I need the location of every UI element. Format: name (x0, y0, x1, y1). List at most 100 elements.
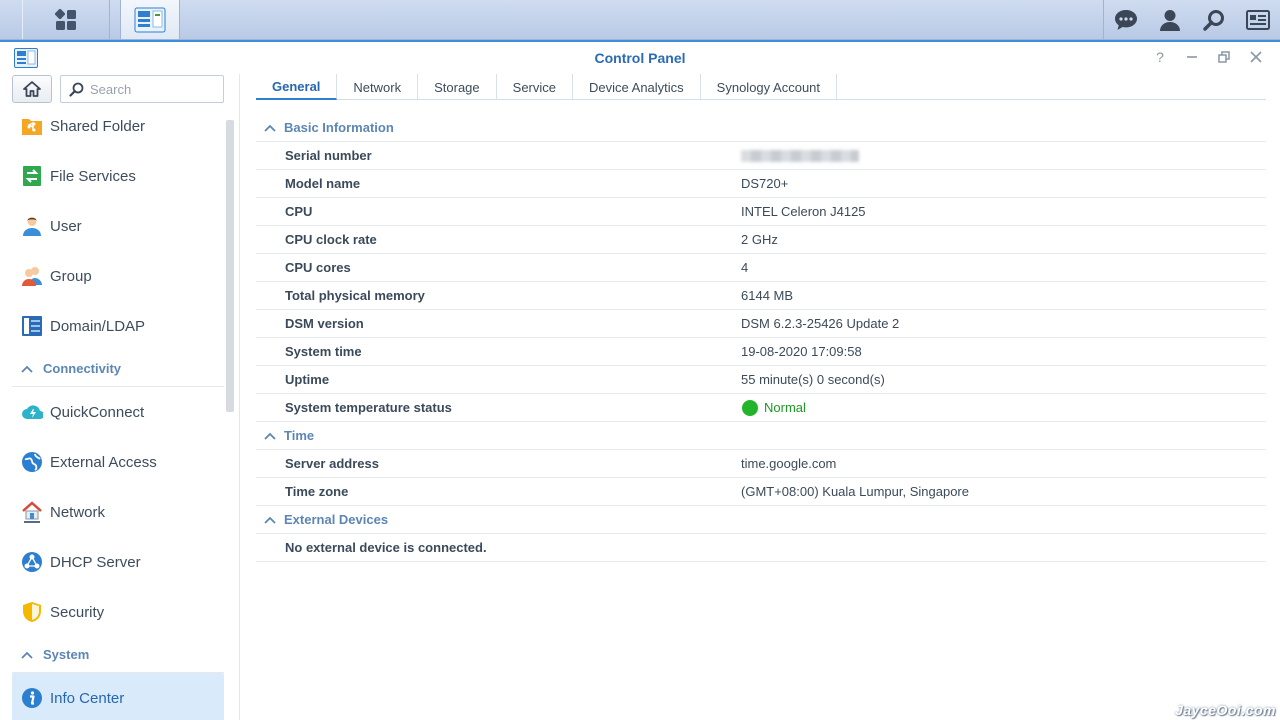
main-menu-button[interactable] (22, 0, 110, 39)
table-row: Serial number (256, 142, 1266, 170)
row-label: System time (285, 344, 362, 359)
section-time[interactable]: Time (256, 422, 1266, 450)
row-label: Time zone (285, 484, 349, 499)
sidebar-section-system[interactable]: System (12, 637, 224, 673)
row-value: INTEL Celeron J4125 (741, 204, 866, 219)
sidebar-section-label: System (43, 647, 90, 662)
chevron-up-icon (21, 651, 33, 659)
minimize-button[interactable] (1184, 49, 1200, 65)
minimize-icon (1187, 56, 1197, 58)
sidebar-item-external-access[interactable]: External Access (12, 437, 224, 487)
watermark: JayceOoi.com (1175, 702, 1276, 718)
table-row: Time zone (GMT+08:00) Kuala Lumpur, Singa… (256, 478, 1266, 506)
sidebar-item-user[interactable]: User (12, 201, 224, 251)
chevron-up-icon (264, 516, 276, 524)
sidebar-section-label: Connectivity (43, 361, 122, 376)
sidebar-item-file-services[interactable]: File Services (12, 151, 224, 201)
restore-button[interactable] (1216, 49, 1232, 65)
status-ok-icon (742, 399, 758, 416)
window-titlebar[interactable]: Control Panel ? (0, 40, 1280, 74)
home-icon (23, 81, 41, 97)
sidebar-item-label: QuickConnect (50, 403, 145, 421)
row-label: CPU clock rate (285, 232, 377, 247)
sidebar-item-domain-ldap[interactable]: Domain/LDAP (12, 301, 224, 351)
row-value: 2 GHz (741, 232, 778, 247)
row-value: (GMT+08:00) Kuala Lumpur, Singapore (741, 484, 969, 499)
home-button[interactable] (12, 75, 52, 103)
section-title: Time (284, 428, 315, 443)
tab-network[interactable]: Network (337, 74, 419, 100)
row-label: Model name (285, 176, 361, 191)
tab-service[interactable]: Service (497, 74, 574, 100)
sidebar-item-label: External Access (50, 453, 157, 471)
sidebar-search[interactable] (60, 75, 224, 103)
row-label: Server address (285, 456, 379, 471)
taskbar (0, 0, 1280, 40)
sidebar-item-label: Network (50, 503, 106, 521)
search-button[interactable] (1192, 0, 1236, 39)
user-icon (20, 214, 44, 238)
row-value: time.google.com (741, 456, 837, 471)
domain-ldap-icon (20, 314, 44, 338)
tab-general[interactable]: General (256, 74, 338, 100)
sidebar-section-connectivity[interactable]: Connectivity (12, 351, 224, 387)
close-button[interactable] (1248, 49, 1264, 65)
sidebar-item-network[interactable]: Network (12, 487, 224, 537)
main-panel: General Network Storage Service Device Analy… (256, 74, 1266, 720)
group-icon (20, 264, 44, 288)
sidebar-item-dhcp-server[interactable]: DHCP Server (12, 537, 224, 587)
row-value: 19-08-2020 17:09:58 (741, 344, 862, 359)
sidebar-scrollbar[interactable] (226, 120, 234, 412)
section-basic-information[interactable]: Basic Information (256, 114, 1266, 142)
sidebar-item-quickconnect[interactable]: QuickConnect (12, 387, 224, 437)
chevron-up-icon (264, 124, 276, 132)
tab-device-analytics[interactable]: Device Analytics (573, 74, 701, 100)
security-icon (20, 600, 44, 624)
chevron-up-icon (264, 432, 276, 440)
row-value: DSM 6.2.3-25426 Update 2 (741, 316, 900, 331)
help-button[interactable]: ? (1152, 49, 1168, 65)
row-value: DS720+ (741, 176, 789, 191)
sidebar-item-group[interactable]: Group (12, 251, 224, 301)
table-row: Model name DS720+ (256, 170, 1266, 198)
window-title: Control Panel (594, 50, 686, 66)
tab-synology-account[interactable]: Synology Account (701, 74, 838, 100)
tab-bar: General Network Storage Service Device Analy… (256, 74, 1266, 100)
row-label: CPU (285, 204, 313, 219)
row-label: Serial number (285, 148, 372, 163)
notifications-button[interactable] (1104, 0, 1148, 39)
sidebar-item-info-center[interactable]: Info Center (12, 673, 224, 720)
widgets-button[interactable] (1236, 0, 1280, 39)
section-external-devices[interactable]: External Devices (256, 506, 1266, 534)
sidebar-item-label: DHCP Server (50, 553, 141, 571)
shared-folder-icon (20, 114, 44, 138)
row-label: System temperature status (285, 400, 452, 415)
user-menu-button[interactable] (1148, 0, 1192, 39)
row-value: Normal (741, 399, 806, 416)
dhcp-server-icon (20, 550, 44, 574)
sidebar-item-shared-folder[interactable]: Shared Folder (12, 101, 224, 151)
close-icon (1250, 51, 1262, 63)
search-input[interactable] (90, 81, 210, 97)
row-label: Uptime (285, 372, 330, 387)
quickconnect-icon (20, 400, 44, 424)
control-panel-taskbar-button[interactable] (120, 0, 180, 39)
restore-icon (1218, 51, 1230, 63)
info-table: Basic Information Serial number Model na… (256, 114, 1266, 562)
control-panel-icon (134, 7, 166, 32)
network-icon (20, 500, 44, 524)
chevron-up-icon (21, 365, 33, 373)
table-row: Total physical memory 6144 MB (256, 282, 1266, 310)
sidebar-item-label: Shared Folder (50, 117, 146, 135)
tab-storage[interactable]: Storage (418, 74, 497, 100)
main-menu-icon (54, 8, 76, 30)
user-icon (1160, 9, 1180, 31)
row-label: DSM version (285, 316, 364, 331)
sidebar-item-label: File Services (50, 167, 136, 185)
taskbar-tray (1103, 0, 1280, 39)
table-row: Server address time.google.com (256, 450, 1266, 478)
table-row: No external device is connected. (256, 534, 1266, 562)
table-row: DSM version DSM 6.2.3-25426 Update 2 (256, 310, 1266, 338)
serial-number-redacted (741, 149, 859, 162)
sidebar-item-security[interactable]: Security (12, 587, 224, 637)
